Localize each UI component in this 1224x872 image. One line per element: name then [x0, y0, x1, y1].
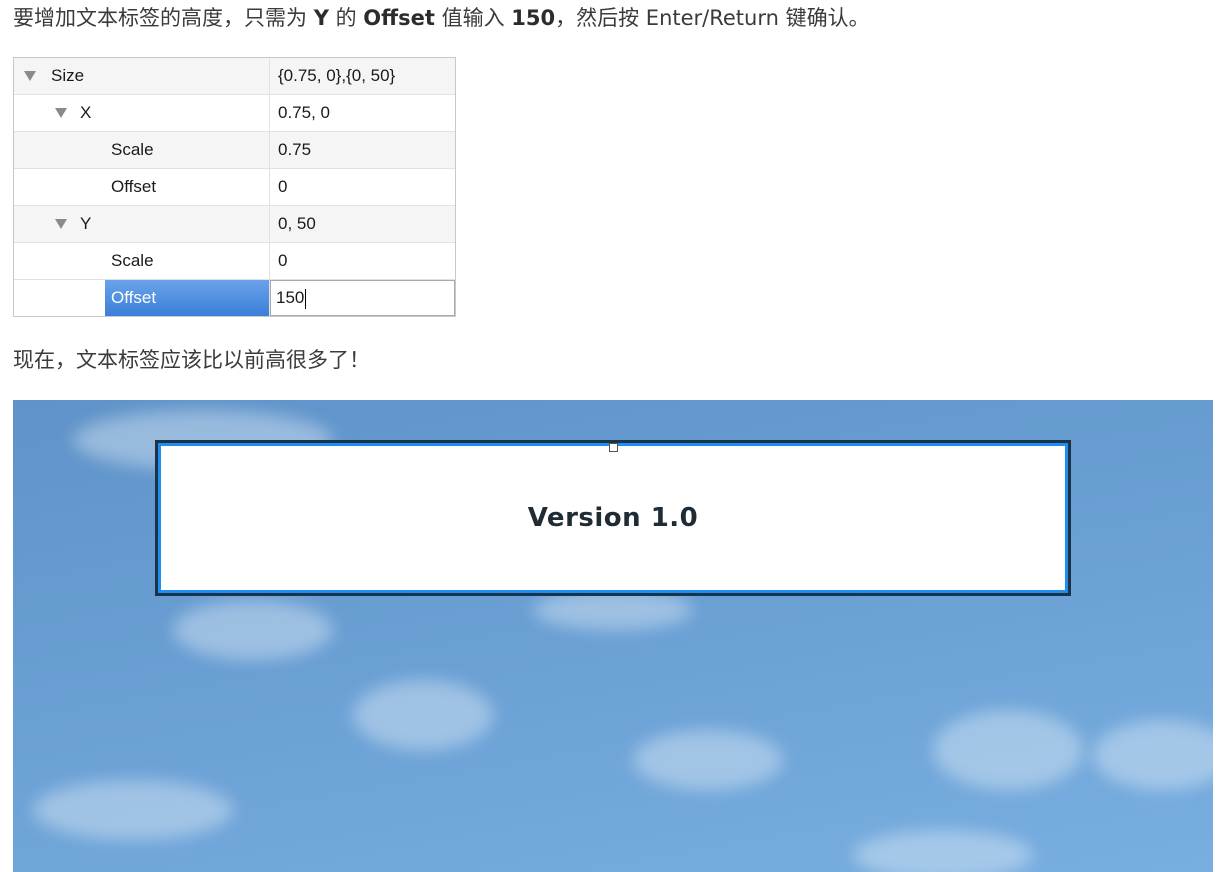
square-handle-icon[interactable]: [609, 443, 618, 452]
result-paragraph: 现在，文本标签应该比以前高很多了！: [13, 348, 370, 372]
instruction-text: 要增加文本标签的高度，只需为: [13, 6, 314, 30]
instruction-text: 的: [328, 6, 364, 30]
property-value-y[interactable]: 0, 50: [270, 206, 455, 242]
property-value-x-scale[interactable]: 0.75: [270, 132, 455, 168]
property-row-x[interactable]: X 0.75, 0: [14, 95, 455, 132]
property-name-cell: X: [14, 95, 270, 131]
cloud-decoration: [633, 730, 783, 790]
cloud-decoration: [173, 600, 333, 660]
instruction-value: 150: [511, 6, 556, 30]
property-label-y-scale: Scale: [111, 251, 154, 270]
property-name-cell: Offset: [14, 280, 270, 316]
cloud-decoration: [1093, 720, 1213, 790]
property-label-y-offset: Offset: [111, 288, 157, 307]
property-value-x[interactable]: 0.75, 0: [270, 95, 455, 131]
property-name-cell: Size: [14, 58, 270, 94]
property-label-size: Size: [51, 66, 85, 85]
property-name-cell: Scale: [14, 132, 270, 168]
instruction-offset: Offset: [363, 6, 435, 30]
property-grid: Size {0.75, 0},{0, 50} X 0.75, 0 Scale 0…: [13, 57, 456, 317]
selected-property-highlight[interactable]: Offset: [105, 280, 269, 316]
expand-triangle-icon[interactable]: [24, 71, 36, 81]
property-row-y-scale[interactable]: Scale 0: [14, 243, 455, 280]
instruction-paragraph: 要增加文本标签的高度，只需为 Y 的 Offset 值输入 150，然后按 En…: [13, 3, 870, 33]
property-value-size[interactable]: {0.75, 0},{0, 50}: [270, 58, 455, 94]
input-text: 150: [276, 288, 305, 307]
cloud-decoration: [853, 830, 1033, 872]
property-name-cell: Offset: [14, 169, 270, 205]
instruction-text: 值输入: [434, 6, 512, 30]
property-name-cell: Scale: [14, 243, 270, 279]
expand-triangle-icon[interactable]: [55, 219, 67, 229]
property-row-y-offset[interactable]: Offset 150: [14, 280, 455, 316]
text-label-content: Version 1.0: [527, 503, 699, 533]
property-row-size[interactable]: Size {0.75, 0},{0, 50}: [14, 58, 455, 95]
text-label[interactable]: Version 1.0: [158, 443, 1068, 593]
cloud-decoration: [933, 710, 1083, 790]
text-label-frame[interactable]: Version 1.0: [155, 440, 1071, 596]
expand-triangle-icon[interactable]: [55, 108, 67, 118]
cloud-decoration: [533, 590, 693, 630]
property-label-x: X: [80, 103, 92, 122]
instruction-text: ，然后按 Enter/Return 键确认。: [555, 6, 870, 30]
property-name-cell: Y: [14, 206, 270, 242]
property-value-y-offset-input[interactable]: 150: [270, 280, 455, 316]
cloud-decoration: [353, 680, 493, 750]
text-caret: [305, 288, 307, 309]
property-label-x-scale: Scale: [111, 140, 154, 159]
property-value-y-scale[interactable]: 0: [270, 243, 455, 279]
instruction-y: Y: [313, 6, 329, 30]
property-row-y[interactable]: Y 0, 50: [14, 206, 455, 243]
property-label-y: Y: [80, 214, 92, 233]
property-value-x-offset[interactable]: 0: [270, 169, 455, 205]
property-row-x-offset[interactable]: Offset 0: [14, 169, 455, 206]
game-preview-viewport: Version 1.0: [13, 400, 1213, 872]
property-row-x-scale[interactable]: Scale 0.75: [14, 132, 455, 169]
property-label-x-offset: Offset: [111, 177, 157, 196]
cloud-decoration: [33, 780, 233, 840]
